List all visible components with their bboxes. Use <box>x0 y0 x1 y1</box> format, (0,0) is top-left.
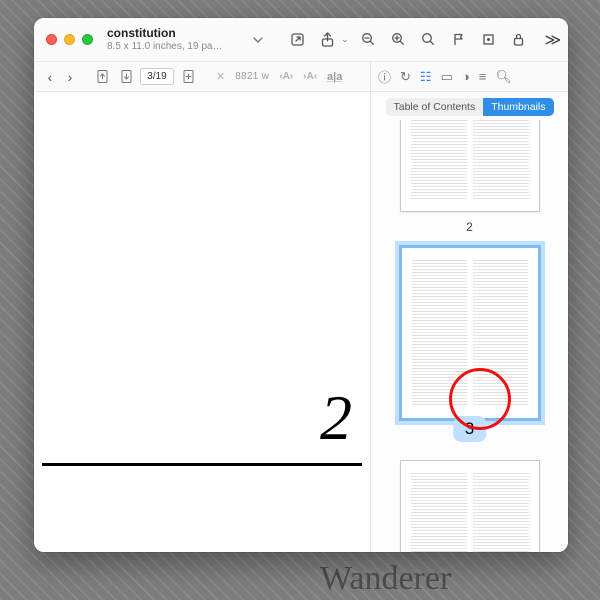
search-icon[interactable] <box>419 30 439 50</box>
pin-icon[interactable]: ✕ <box>216 70 225 83</box>
document-canvas[interactable]: 2 <box>34 92 370 552</box>
page-next-icon[interactable] <box>116 67 136 87</box>
history-icon[interactable]: ↻ <box>400 69 411 85</box>
sidebar: Table of Contents Thumbnails 2 3 <box>370 92 568 552</box>
search-inspector-icon[interactable]: 🔍︎ <box>495 69 512 85</box>
overflow-chevron-icon[interactable]: ≫ <box>545 30 562 50</box>
toolbar: ‹ › 3/19 ✕ 8821 w ‹A› ›A‹ a̲|a̲ ⓘ ↻ <box>34 62 568 92</box>
minimize-window-button[interactable] <box>64 34 75 45</box>
dropdown-chevron-icon[interactable] <box>253 30 263 50</box>
thumbnail-label-2: 2 <box>395 218 544 242</box>
back-button[interactable]: ‹ <box>42 69 58 85</box>
thumbnails-mode-icon[interactable]: ☷ <box>420 69 432 85</box>
zoom-out-icon[interactable] <box>359 30 379 50</box>
thumbnail-badge-3: 3 <box>453 416 486 442</box>
sidebar-segmented-control[interactable]: Table of Contents Thumbnails <box>386 98 554 116</box>
window-title: constitution <box>107 27 227 40</box>
page-prev-icon[interactable] <box>92 67 112 87</box>
zoom-window-button[interactable] <box>82 34 93 45</box>
page-add-icon[interactable] <box>178 67 198 87</box>
page-large-number: 2 <box>320 381 352 455</box>
thumbnail-list[interactable]: 2 3 <box>371 120 568 552</box>
content-row: 2 Table of Contents Thumbnails 2 3 <box>34 92 568 552</box>
toolbar-divider <box>370 62 371 91</box>
info-icon[interactable]: ⓘ <box>378 67 391 86</box>
text-smaller-icon[interactable]: ‹A› <box>279 71 293 82</box>
titlebar-right-tools: ≫ <box>359 30 562 50</box>
segment-toc[interactable]: Table of Contents <box>386 98 484 116</box>
dim-icon[interactable]: ◑ <box>462 69 470 84</box>
forward-button[interactable]: › <box>62 69 78 85</box>
list-icon[interactable]: ≡ <box>479 69 487 84</box>
page-icon[interactable]: ▭ <box>441 69 453 85</box>
open-external-icon[interactable] <box>287 30 307 50</box>
zoom-label: 8821 w <box>235 71 269 82</box>
lock-icon[interactable] <box>509 30 529 50</box>
zoom-in-icon[interactable] <box>389 30 409 50</box>
flag-icon[interactable] <box>449 30 469 50</box>
title-block: constitution 8.5 x 11.0 inches, 19 pages… <box>107 27 227 51</box>
thumbnail-page-2[interactable] <box>400 120 540 212</box>
share-icon[interactable] <box>317 30 337 50</box>
close-window-button[interactable] <box>46 34 57 45</box>
thumbnail-page-4[interactable] <box>400 460 540 552</box>
traffic-lights <box>46 34 93 45</box>
text-tool-icon[interactable]: a̲|a̲ <box>327 71 342 83</box>
window-subtitle: 8.5 x 11.0 inches, 19 pages,… <box>107 41 227 52</box>
page-number-field[interactable]: 3/19 <box>140 68 174 85</box>
text-larger-icon[interactable]: ›A‹ <box>303 71 317 82</box>
thumbnail-page-3[interactable]: 3 <box>396 242 544 424</box>
titlebar: constitution 8.5 x 11.0 inches, 19 pages… <box>34 18 568 62</box>
inspector-tool-row: ⓘ ↻ ☷ ▭ ◑ ≡ 🔍︎ <box>378 62 512 91</box>
preview-window: constitution 8.5 x 11.0 inches, 19 pages… <box>34 18 568 552</box>
segment-thumbnails[interactable]: Thumbnails <box>483 98 553 116</box>
crop-icon[interactable] <box>479 30 499 50</box>
share-chevron-icon[interactable]: ⌄ <box>341 34 349 45</box>
page-rule <box>42 463 362 466</box>
